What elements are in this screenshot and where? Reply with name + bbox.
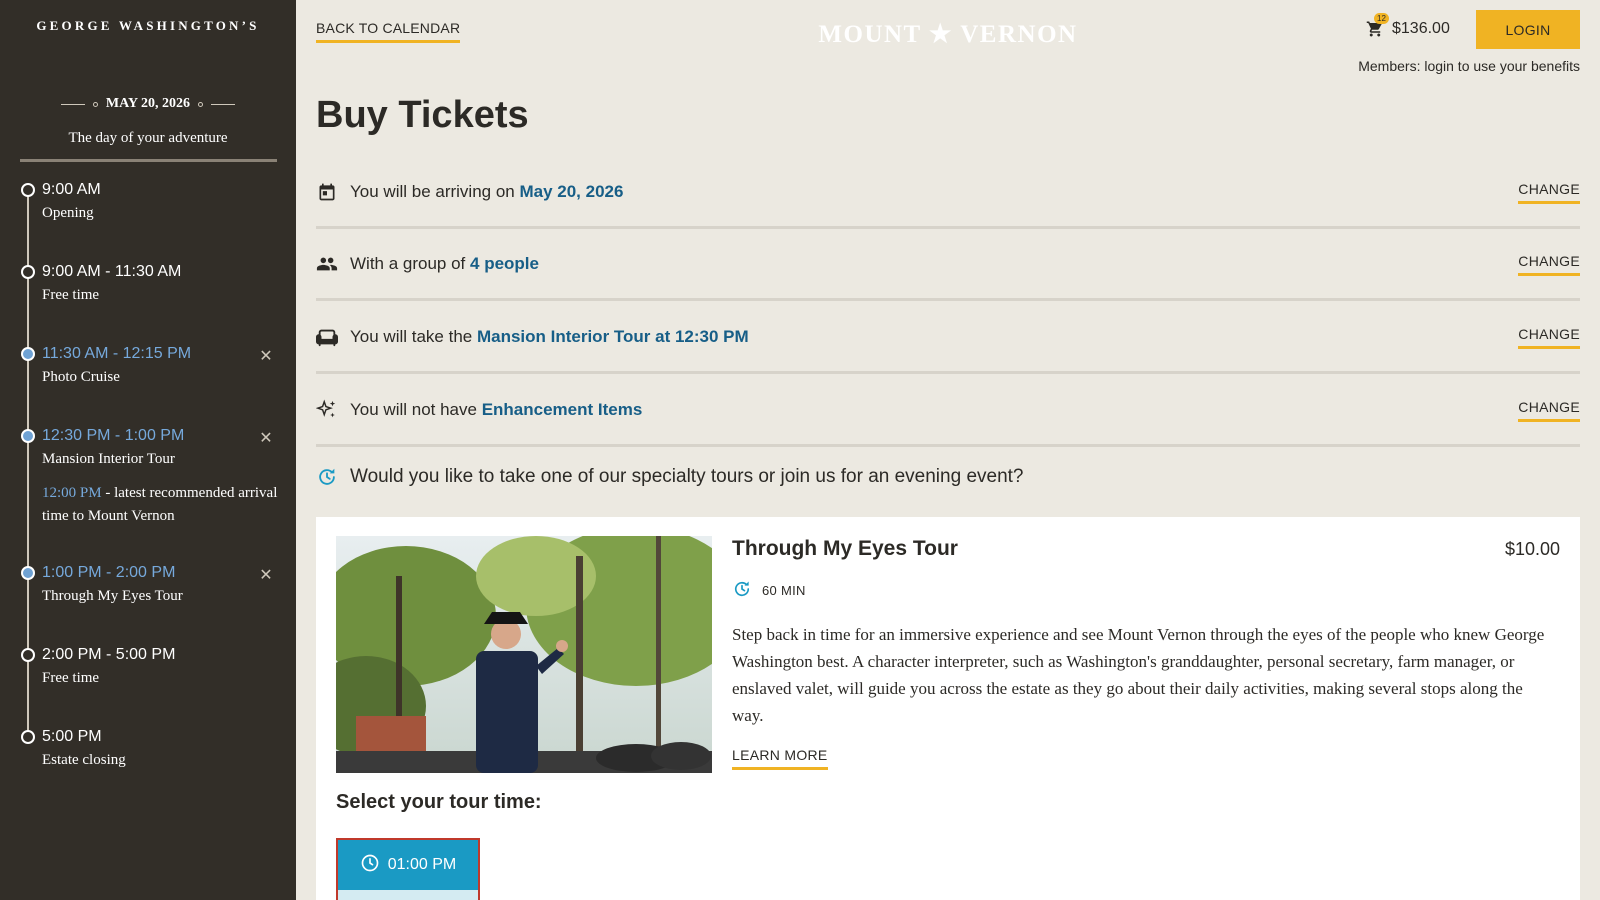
itinerary-sidebar: GEORGE WASHINGTON’S MOUNT ★ VERNON MAY 2… — [0, 0, 1076, 900]
timeline-node-selected — [21, 566, 35, 580]
change-tour-link[interactable]: CHANGE — [1518, 326, 1580, 349]
timeline-node-selected — [21, 347, 35, 361]
tour-title: Through My Eyes Tour — [732, 537, 958, 560]
summary-date-text: You will be arriving on May 20, 2026 — [350, 182, 623, 202]
summary-tour-value: Mansion Interior Tour at 12:30 PM — [476, 326, 749, 346]
logo-top-text: GEORGE WASHINGTON’S — [36, 18, 260, 33]
timeline-time: 9:00 AM - 11:30 AM — [42, 263, 182, 280]
specialty-question-text: Would you like to take one of our specia… — [350, 466, 1024, 487]
timeline-node-selected — [21, 429, 35, 443]
select-tour-time-heading: Select your tour time: — [336, 791, 542, 813]
mount-vernon-logo[interactable]: GEORGE WASHINGTON’S MOUNT ★ VERNON — [0, 18, 1076, 48]
back-to-calendar-link[interactable]: BACK TO CALENDAR — [316, 20, 461, 43]
summary-enhancements-prefix: You will not have — [350, 399, 482, 419]
change-group-link[interactable]: CHANGE — [1518, 253, 1580, 276]
sparkle-icon — [316, 399, 338, 421]
time-slot-header[interactable]: 01:00 PM — [338, 840, 478, 890]
shopping-cart-icon[interactable]: 12 — [1366, 13, 1389, 38]
itinerary-date: MAY 20, 2026 — [105, 96, 191, 111]
timeline-label: Mansion Interior Tour — [42, 451, 175, 467]
date-rule-right — [211, 103, 236, 105]
refresh-clock-icon — [316, 466, 338, 488]
calendar-icon — [316, 181, 338, 203]
cart-total: $136.00 — [1392, 20, 1450, 37]
summary-group-text: With a group of 4 people — [350, 254, 539, 274]
itinerary-date-row: MAY 20, 2026 — [0, 96, 296, 112]
timeline-label: Through My Eyes Tour — [42, 588, 183, 604]
date-rule-left — [60, 103, 85, 105]
remove-mansion-tour-close-icon[interactable]: ✕ — [258, 431, 274, 447]
summary-row-date: You will be arriving on May 20, 2026 CHA… — [316, 157, 1580, 229]
main-content: BACK TO CALENDAR 12 $136.00 LOGIN Member… — [296, 0, 1600, 900]
tour-photo — [336, 536, 712, 773]
group-icon — [316, 253, 338, 275]
summary-row-enhancements: You will not have Enhancement Items CHAN… — [316, 375, 1580, 447]
change-date-link[interactable]: CHANGE — [1518, 181, 1580, 204]
timeline-time: 5:00 PM — [42, 728, 102, 745]
cart-count-badge: 12 — [1374, 13, 1389, 24]
summary-enhancements-text: You will not have Enhancement Items — [350, 400, 642, 420]
timeline-node — [21, 648, 35, 662]
summary-row-group: With a group of 4 people CHANGE — [316, 229, 1580, 301]
login-button[interactable]: LOGIN — [1476, 10, 1580, 49]
timeline-node — [21, 730, 35, 744]
summary-enhancements-value: Enhancement Items — [481, 399, 643, 419]
timeline-time: 12:30 PM - 1:00 PM — [42, 427, 185, 444]
summary-row-tour: You will take the Mansion Interior Tour … — [316, 302, 1580, 374]
summary-tour-prefix: You will take the — [350, 326, 477, 346]
clock-icon — [360, 853, 380, 878]
timeline-label: Photo Cruise — [42, 369, 120, 385]
itinerary-date-caption: The day of your adventure — [68, 130, 228, 146]
learn-more-link[interactable]: LEARN MORE — [732, 747, 828, 770]
tour-duration-text: 60 MIN — [762, 583, 806, 598]
tour-description: Step back in time for an immersive exper… — [732, 625, 1545, 725]
tour-duration: 60 MIN — [732, 579, 806, 602]
timeline-time: 1:00 PM - 2:00 PM — [42, 564, 176, 581]
time-slot-availability: 7 tickets — [338, 890, 478, 900]
summary-group-prefix: With a group of — [350, 253, 471, 273]
tour-price: $10.00 — [1504, 539, 1560, 559]
change-enhancements-link[interactable]: CHANGE — [1518, 399, 1580, 422]
timeline-time: 11:30 AM - 12:15 PM — [42, 345, 192, 362]
timeline-time: 2:00 PM - 5:00 PM — [42, 646, 176, 663]
cart[interactable]: 12 $136.00 — [1366, 13, 1450, 38]
summary-tour-text: You will take the Mansion Interior Tour … — [350, 327, 749, 347]
timeline-label: Estate closing — [42, 752, 126, 768]
timeline-node — [21, 265, 35, 279]
page-title: Buy Tickets — [316, 94, 529, 136]
tour-card-through-my-eyes: Through My Eyes Tour $10.00 60 MIN Step … — [316, 517, 1580, 900]
refresh-clock-icon — [732, 579, 752, 602]
date-dot-left — [92, 101, 98, 107]
summary-date-prefix: You will be arriving on — [350, 181, 520, 201]
sidebar-divider — [20, 159, 277, 162]
arrival-note-time: 12:00 PM — [42, 485, 102, 501]
remove-through-my-eyes-close-icon[interactable]: ✕ — [258, 568, 274, 584]
timeline-label: Free time — [42, 287, 100, 303]
specialty-tours-question: Would you like to take one of our specia… — [316, 466, 1024, 488]
summary-date-value: May 20, 2026 — [519, 181, 624, 201]
time-slot-0100pm[interactable]: 01:00 PM 7 tickets — [336, 838, 480, 900]
timeline-label: Free time — [42, 670, 100, 686]
sofa-icon — [316, 326, 338, 348]
timeline-node — [21, 183, 35, 197]
timeline-time: 9:00 AM — [42, 181, 101, 198]
summary-group-value: 4 people — [470, 253, 539, 273]
time-slot-time: 01:00 PM — [387, 856, 457, 873]
arrival-note: 12:00 PM - latest recommended arrival ti… — [42, 482, 282, 528]
timeline-label: Opening — [42, 205, 94, 221]
members-login-note: Members: login to use your benefits — [1358, 58, 1580, 74]
date-dot-right — [198, 101, 204, 107]
remove-photo-cruise-close-icon[interactable]: ✕ — [258, 349, 274, 365]
